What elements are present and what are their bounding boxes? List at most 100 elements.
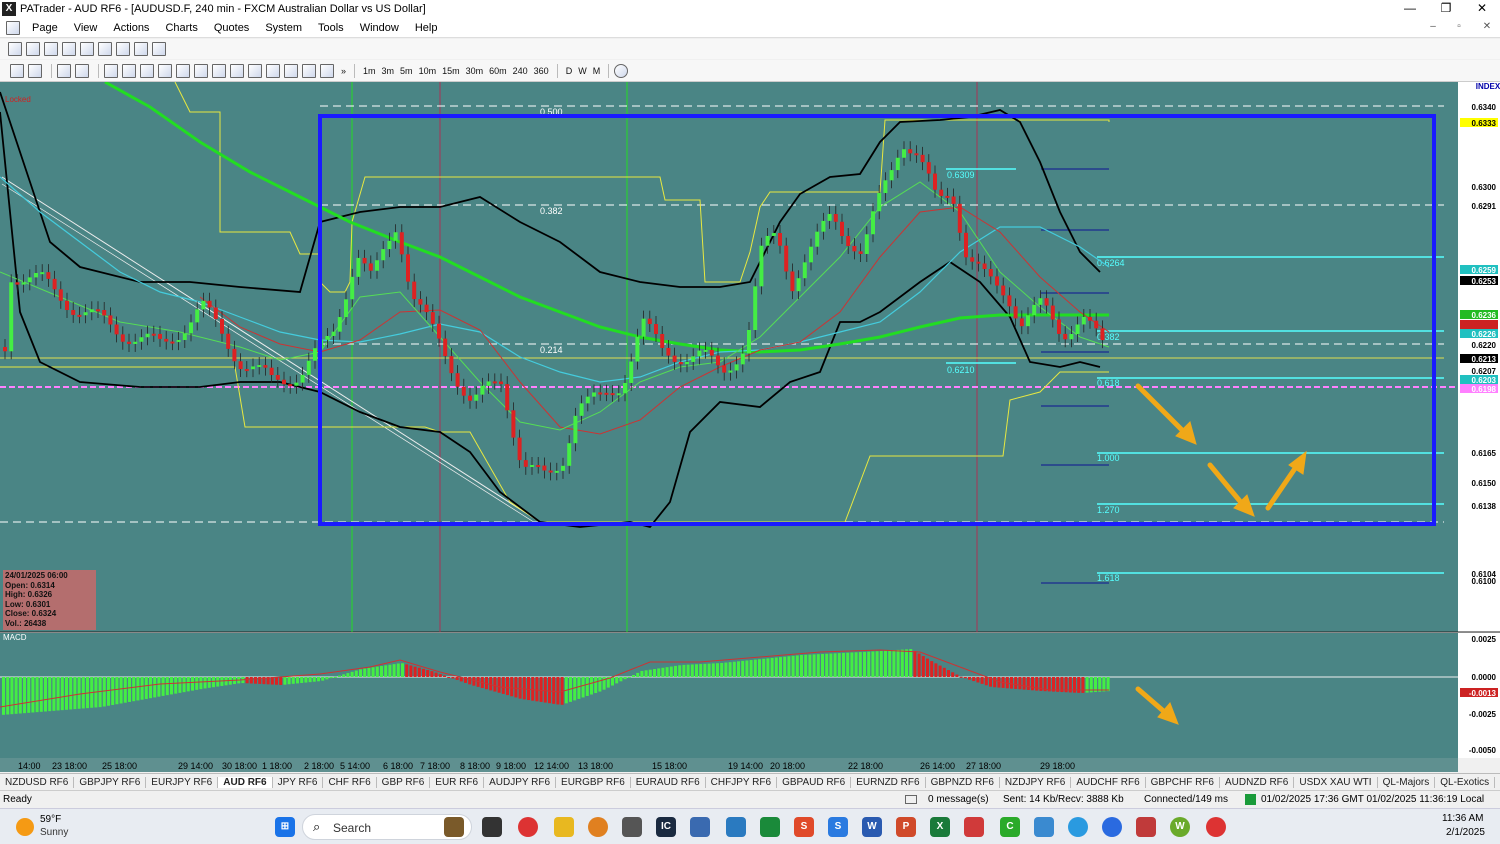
- zoom-icon[interactable]: [1102, 817, 1122, 837]
- weather-desc[interactable]: Sunny: [40, 827, 68, 838]
- tf-w[interactable]: W: [578, 66, 587, 76]
- tf-5m[interactable]: 5m: [400, 66, 413, 76]
- zoom-icon[interactable]: [116, 42, 130, 56]
- order-icon[interactable]: [28, 63, 42, 78]
- tf-15m[interactable]: 15m: [442, 66, 460, 76]
- tf-30m[interactable]: 30m: [466, 66, 484, 76]
- tab-gbpnzd-rf6[interactable]: GBPNZD RF6: [926, 776, 1000, 788]
- tab-aud-rf6[interactable]: AUD RF6: [218, 776, 273, 788]
- tab-gbpchf-rf6[interactable]: GBPCHF RF6: [1146, 776, 1220, 788]
- clock-icon[interactable]: [614, 63, 629, 78]
- app-icon-orange[interactable]: [588, 817, 608, 837]
- w-app-icon[interactable]: W: [1170, 817, 1190, 837]
- trendline-icon[interactable]: [158, 63, 172, 78]
- channel-icon[interactable]: [176, 63, 190, 78]
- chrome-icon[interactable]: [518, 817, 538, 837]
- briefcase-icon[interactable]: [444, 817, 464, 837]
- pitchfork-icon[interactable]: [302, 63, 316, 78]
- fib-ext-icon[interactable]: [212, 63, 226, 78]
- histogram-icon[interactable]: [152, 42, 166, 56]
- mail-icon[interactable]: [905, 795, 917, 804]
- telegram-icon[interactable]: [1068, 817, 1088, 837]
- s-app-icon[interactable]: S: [794, 817, 814, 837]
- tf-3m[interactable]: 3m: [382, 66, 395, 76]
- tab-nzdusd-rf6[interactable]: NZDUSD RF6: [0, 776, 75, 788]
- menu-tools[interactable]: Tools: [310, 22, 352, 34]
- tab-gbp-rf6[interactable]: GBP RF6: [377, 776, 431, 788]
- trend-icon[interactable]: [98, 42, 112, 56]
- price-chart[interactable]: 0.500 0.382 0.214 0.6264 0.382 0.618 1.0…: [0, 80, 1500, 772]
- menu-view[interactable]: View: [66, 22, 106, 34]
- tab-euraud-rf6[interactable]: EURAUD RF6: [631, 776, 706, 788]
- ic-icon[interactable]: IC: [656, 817, 676, 837]
- close-icon[interactable]: ✕: [1464, 0, 1500, 18]
- menu-system[interactable]: System: [257, 22, 310, 34]
- chart-area[interactable]: 0.500 0.382 0.214 0.6264 0.382 0.618 1.0…: [0, 80, 1500, 772]
- tab-eurjpy-rf6[interactable]: EURJPY RF6: [146, 776, 219, 788]
- text-icon[interactable]: [284, 63, 298, 78]
- tab-audchf-rf6[interactable]: AUDCHF RF6: [1071, 776, 1146, 788]
- folder-icon[interactable]: [554, 817, 574, 837]
- menu-actions[interactable]: Actions: [105, 22, 157, 34]
- gann-icon[interactable]: [230, 63, 244, 78]
- tab-eur-rf6[interactable]: EUR RF6: [430, 776, 485, 788]
- mdi-minimize-icon[interactable]: –: [1422, 21, 1444, 35]
- notes-icon[interactable]: [726, 817, 746, 837]
- mdi-close-icon[interactable]: ✕: [1476, 21, 1498, 35]
- powerpoint-icon[interactable]: P: [896, 817, 916, 837]
- word-icon[interactable]: W: [862, 817, 882, 837]
- tab-usdx-xau-wti[interactable]: USDX XAU WTI: [1294, 776, 1378, 788]
- calculator-icon[interactable]: [690, 817, 710, 837]
- printer-app-icon[interactable]: [1136, 817, 1156, 837]
- mdi-restore-icon[interactable]: ▫: [1448, 21, 1470, 35]
- rect-icon[interactable]: [266, 63, 280, 78]
- menu-help[interactable]: Help: [407, 22, 446, 34]
- acrobat-icon[interactable]: [964, 817, 984, 837]
- patrader-icon[interactable]: [622, 817, 642, 837]
- c-app-icon[interactable]: C: [1000, 817, 1020, 837]
- chart-app-icon[interactable]: [760, 817, 780, 837]
- tab-eurgbp-rf6[interactable]: EURGBP RF6: [556, 776, 631, 788]
- tf-1m[interactable]: 1m: [363, 66, 376, 76]
- menu-charts[interactable]: Charts: [157, 22, 205, 34]
- tab-eurnzd-rf6[interactable]: EURNZD RF6: [851, 776, 926, 788]
- tab-audnzd-rf6[interactable]: AUDNZD RF6: [1220, 776, 1295, 788]
- tab-gbpjpy-rf6[interactable]: GBPJPY RF6: [74, 776, 147, 788]
- weather-temp[interactable]: 59°F: [40, 814, 61, 825]
- regression-icon[interactable]: [320, 63, 334, 78]
- tab-ql-majors[interactable]: QL-Majors: [1378, 776, 1436, 788]
- chrome-alt-icon[interactable]: [1206, 817, 1226, 837]
- sun-icon[interactable]: [16, 818, 34, 836]
- tf-240[interactable]: 240: [513, 66, 528, 76]
- taskview-icon[interactable]: [482, 817, 502, 837]
- tab-audjpy-rf6[interactable]: AUDJPY RF6: [484, 776, 557, 788]
- s-blue-app-icon[interactable]: S: [828, 817, 848, 837]
- tab-nzdjpy-rf6[interactable]: NZDJPY RF6: [1000, 776, 1072, 788]
- candle-chart-icon[interactable]: [26, 42, 40, 56]
- cursor-icon[interactable]: [104, 63, 118, 78]
- crosshair-icon[interactable]: [75, 63, 89, 78]
- indicator-icon[interactable]: [80, 42, 94, 56]
- buy-sell-icon[interactable]: [10, 63, 24, 78]
- bar-chart-icon[interactable]: [8, 42, 22, 56]
- menu-page[interactable]: Page: [24, 22, 66, 34]
- menu-window[interactable]: Window: [352, 22, 407, 34]
- tf-10m[interactable]: 10m: [419, 66, 437, 76]
- cycle-icon[interactable]: [248, 63, 262, 78]
- tab-jpy-rf6[interactable]: JPY RF6: [273, 776, 324, 788]
- tf-360[interactable]: 360: [534, 66, 549, 76]
- tab-usdx-rf6[interactable]: USDX RF6: [1495, 777, 1500, 788]
- tf-d[interactable]: D: [566, 66, 573, 76]
- clock-date[interactable]: 2/1/2025: [1446, 827, 1485, 838]
- chart-props-icon[interactable]: [57, 63, 71, 78]
- start-icon[interactable]: ⊞: [275, 817, 295, 837]
- tab-ql-exotics[interactable]: QL-Exotics: [1435, 776, 1496, 788]
- clock-time[interactable]: 11:36 AM: [1442, 813, 1484, 824]
- menu-quotes[interactable]: Quotes: [206, 22, 257, 34]
- tab-gbpaud-rf6[interactable]: GBPAUD RF6: [777, 776, 852, 788]
- photos-icon[interactable]: [1034, 817, 1054, 837]
- tf-m[interactable]: M: [593, 66, 601, 76]
- tab-chfjpy-rf6[interactable]: CHFJPY RF6: [706, 776, 778, 788]
- line-chart-icon[interactable]: [44, 42, 58, 56]
- restore-icon[interactable]: ❐: [1428, 0, 1464, 18]
